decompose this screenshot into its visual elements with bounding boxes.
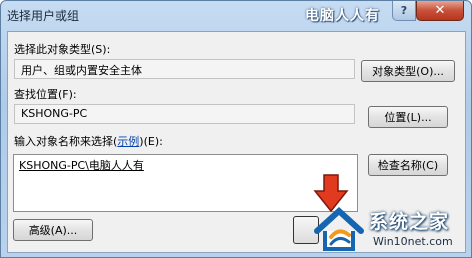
title-bar[interactable]: 选择用户或组 电脑人人有 ? ✕ xyxy=(1,1,471,29)
location-field: KSHONG-PC xyxy=(14,104,355,124)
check-names-button[interactable]: 检查名称(C) xyxy=(368,154,448,176)
logo-name: 系统之家 xyxy=(369,211,450,233)
location-label: 查找位置(F): xyxy=(14,86,77,102)
watermark-logo: 系统之家 Win10net.com xyxy=(311,199,471,257)
logo-url: Win10net.com xyxy=(373,235,453,248)
house-logo-icon xyxy=(314,206,364,251)
object-names-input[interactable]: KSHONG-PC\电脑人人有 xyxy=(13,154,358,212)
window-title: 选择用户或组 xyxy=(7,9,80,23)
object-type-label-key: (S): xyxy=(91,43,111,56)
examples-link[interactable]: 示例 xyxy=(117,135,139,148)
watermark-text: 电脑人人有 xyxy=(305,8,380,24)
object-types-button[interactable]: 对象类型(O)... xyxy=(361,60,455,82)
close-button[interactable]: ✕ xyxy=(416,1,464,21)
locations-button[interactable]: 位置(L)... xyxy=(368,106,448,128)
advanced-button[interactable]: 高级(A)... xyxy=(13,219,93,241)
location-label-text: 查找位置 xyxy=(14,88,58,101)
select-users-dialog: 选择用户或组 电脑人人有 ? ✕ 选择此对象类型(S): 用户、组或内置安全主体… xyxy=(0,0,472,258)
object-names-label-text: 输入对象名称来选择 xyxy=(14,135,113,148)
object-names-label: 输入对象名称来选择(示例)(E): xyxy=(14,135,163,148)
object-type-field: 用户、组或内置安全主体 xyxy=(14,59,355,79)
object-names-label-key: (E): xyxy=(143,135,163,148)
help-button[interactable]: ? xyxy=(392,1,416,21)
object-type-label: 选择此对象类型(S): xyxy=(14,41,110,57)
location-label-key: (F): xyxy=(58,88,77,101)
object-type-label-text: 选择此对象类型 xyxy=(14,43,91,56)
object-names-value: KSHONG-PC\电脑人人有 xyxy=(19,159,144,172)
